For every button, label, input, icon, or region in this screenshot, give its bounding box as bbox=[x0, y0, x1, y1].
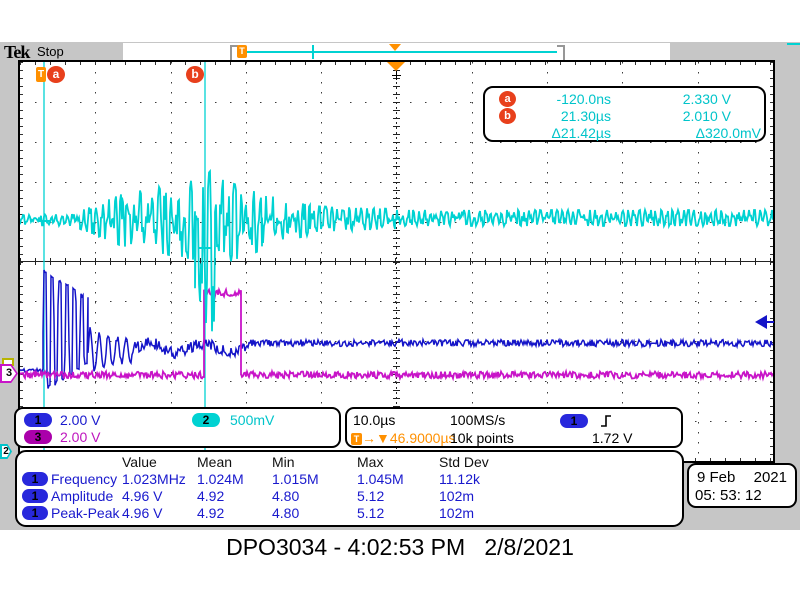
measurement-name: Frequency bbox=[51, 471, 117, 487]
channel3-badge: 3 bbox=[24, 430, 52, 444]
measurement-stddev: 102m bbox=[439, 488, 474, 504]
channel-scale-box: 1 2.00 V 2 500mV 3 2.00 V bbox=[14, 407, 341, 448]
cursor-b-badge: b bbox=[499, 108, 516, 124]
channel3-scale: 2.00 V bbox=[60, 429, 100, 445]
channel2-scale: 500mV bbox=[230, 412, 274, 428]
measurement-table: Value Mean Min Max Std Dev 1 Frequency 1… bbox=[15, 450, 684, 527]
measurement-stddev: 102m bbox=[439, 505, 474, 521]
measurement-mean: 4.92 bbox=[197, 505, 224, 521]
trigger-level-arrow-icon bbox=[755, 315, 767, 329]
time-text: 05: 53: 12 bbox=[695, 487, 762, 504]
channel1-scale: 2.00 V bbox=[60, 412, 100, 428]
column-header-min: Min bbox=[272, 454, 295, 470]
measurement-max: 1.045M bbox=[357, 471, 404, 487]
channel2-badge: 2 bbox=[192, 413, 220, 427]
trace-ch1 bbox=[20, 270, 773, 389]
channel3-position-tag: 3 bbox=[0, 364, 18, 383]
measurement-min: 4.80 bbox=[272, 488, 299, 504]
channel2-ground-tag: 2 bbox=[0, 444, 12, 459]
expansion-point-triangle-icon bbox=[387, 62, 405, 71]
column-header-value: Value bbox=[122, 454, 157, 470]
cursor-a-voltage: 2.330 V bbox=[613, 91, 731, 107]
scope-screen-capture: Tek Stop T T a b a -120.0ns 2.330 V bbox=[0, 42, 800, 530]
measurement-max: 5.12 bbox=[357, 505, 384, 521]
column-header-max: Max bbox=[357, 454, 383, 470]
cursor-readout-box: a -120.0ns 2.330 V b 21.30µs 2.010 V Δ21… bbox=[483, 86, 766, 142]
measurement-row-amplitude: 1 Amplitude 4.96 V 4.92 4.80 5.12 102m bbox=[17, 488, 682, 505]
measurement-value: 4.96 V bbox=[122, 488, 162, 504]
oscilloscope-screenshot-page: { "header": {"logo": "Tek", "status": "S… bbox=[0, 0, 800, 600]
cursor-delta-time: Δ21.42µs bbox=[523, 125, 611, 141]
measurement-value: 4.96 V bbox=[122, 505, 162, 521]
trigger-source-badge: 1 bbox=[560, 414, 588, 428]
measurement-value: 1.023MHz bbox=[122, 471, 186, 487]
screenshot-caption: DPO3034 - 4:02:53 PM 2/8/2021 bbox=[0, 534, 800, 561]
measurement-mean: 4.92 bbox=[197, 488, 224, 504]
trigger-delay-readout: T→▼46.9000µs bbox=[351, 430, 456, 446]
source-badge: 1 bbox=[22, 506, 48, 520]
year-text: 2021 bbox=[754, 469, 787, 486]
trace-ch3 bbox=[20, 290, 773, 379]
source-badge: 1 bbox=[22, 472, 48, 486]
measurement-name: Peak-Peak bbox=[51, 505, 119, 521]
time-scale: 10.0µs bbox=[353, 412, 395, 428]
column-header-stddev: Std Dev bbox=[439, 454, 489, 470]
graticule: T a b a -120.0ns 2.330 V b 21.30µs 2.010… bbox=[18, 60, 775, 463]
measurement-min: 4.80 bbox=[272, 505, 299, 521]
trigger-delay-flag-icon: T bbox=[351, 433, 362, 445]
cursor-b-marker: b bbox=[186, 66, 204, 83]
trigger-level-arrow-tail bbox=[767, 321, 774, 323]
measurement-stddev: 11.12k bbox=[439, 471, 480, 487]
cursor-delta-voltage: Δ320.0mV bbox=[613, 125, 761, 141]
horizontal-trigger-box: 10.0µs 100MS/s 1 T→▼46.9000µs 10k points… bbox=[345, 407, 683, 448]
acquisition-status: Stop bbox=[37, 44, 64, 59]
cursor-a-time: -120.0ns bbox=[523, 91, 611, 107]
date-text: 9 Feb bbox=[697, 469, 735, 486]
trigger-level: 1.72 V bbox=[592, 430, 632, 446]
sample-rate: 100MS/s bbox=[450, 412, 505, 428]
measurement-row-peak-peak: 1 Peak-Peak 4.96 V 4.92 4.80 5.12 102m bbox=[17, 505, 682, 522]
measurement-max: 5.12 bbox=[357, 488, 384, 504]
cursor-b-time: 21.30µs bbox=[523, 108, 611, 124]
measurement-name: Amplitude bbox=[51, 488, 113, 504]
top-right-accent-line bbox=[787, 43, 800, 45]
expansion-point-cross-icon bbox=[392, 71, 401, 80]
cursor-a-marker: a bbox=[47, 66, 65, 83]
trigger-delay-value: 46.9000µs bbox=[390, 430, 456, 446]
datetime-box: 9 Feb 2021 05: 53: 12 bbox=[687, 463, 797, 508]
cursor-b-voltage: 2.010 V bbox=[613, 108, 731, 124]
record-trigger-position-icon: T bbox=[237, 45, 247, 58]
cursor-a-badge: a bbox=[499, 91, 516, 107]
measurement-mean: 1.024M bbox=[197, 471, 244, 487]
trace-ch2 bbox=[20, 171, 773, 331]
column-header-mean: Mean bbox=[197, 454, 232, 470]
record-cursor-b-tick bbox=[312, 45, 314, 59]
channel1-badge: 1 bbox=[24, 413, 52, 427]
record-expansion-triangle-icon bbox=[389, 44, 401, 51]
trigger-position-flag-icon: T bbox=[36, 67, 46, 82]
measurement-row-frequency: 1 Frequency 1.023MHz 1.024M 1.015M 1.045… bbox=[17, 471, 682, 488]
record-length: 10k points bbox=[450, 430, 514, 446]
measurement-min: 1.015M bbox=[272, 471, 319, 487]
record-view-line bbox=[237, 51, 557, 53]
source-badge: 1 bbox=[22, 489, 48, 503]
